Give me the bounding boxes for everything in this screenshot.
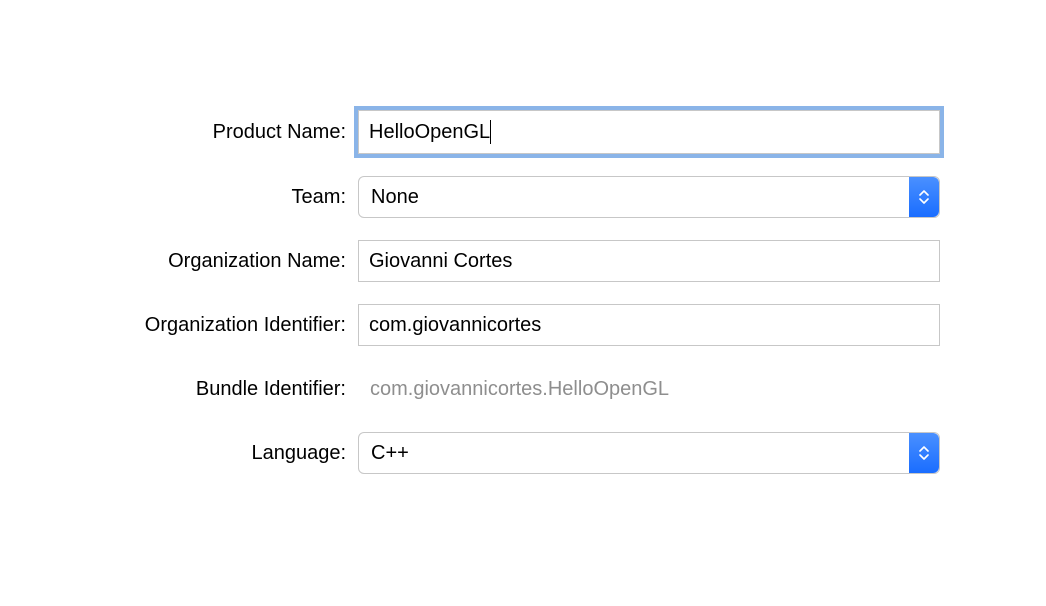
organization-identifier-input[interactable] (358, 304, 940, 346)
language-row: Language: C++ (110, 432, 940, 474)
product-name-value: HelloOpenGL (369, 121, 490, 144)
bundle-identifier-value: com.giovannicortes.HelloOpenGL (358, 368, 940, 410)
bundle-identifier-label: Bundle Identifier: (110, 378, 358, 401)
organization-name-row: Organization Name: (110, 240, 940, 282)
language-label: Language: (110, 442, 358, 465)
team-select[interactable]: None (358, 176, 940, 218)
organization-identifier-label: Organization Identifier: (110, 314, 358, 337)
organization-identifier-row: Organization Identifier: (110, 304, 940, 346)
new-project-options-form: Product Name: HelloOpenGL Team: None Org… (110, 110, 940, 496)
organization-name-input[interactable] (358, 240, 940, 282)
team-value: None (371, 186, 419, 209)
bundle-identifier-row: Bundle Identifier: com.giovannicortes.He… (110, 368, 940, 410)
chevron-up-down-icon (909, 433, 939, 473)
language-select[interactable]: C++ (358, 432, 940, 474)
product-name-input-wrap[interactable]: HelloOpenGL (358, 110, 940, 154)
language-value: C++ (371, 442, 409, 465)
product-name-label: Product Name: (110, 121, 358, 144)
text-cursor (490, 120, 491, 144)
team-row: Team: None (110, 176, 940, 218)
organization-name-label: Organization Name: (110, 250, 358, 273)
product-name-row: Product Name: HelloOpenGL (110, 110, 940, 154)
team-label: Team: (110, 186, 358, 209)
chevron-up-down-icon (909, 177, 939, 217)
